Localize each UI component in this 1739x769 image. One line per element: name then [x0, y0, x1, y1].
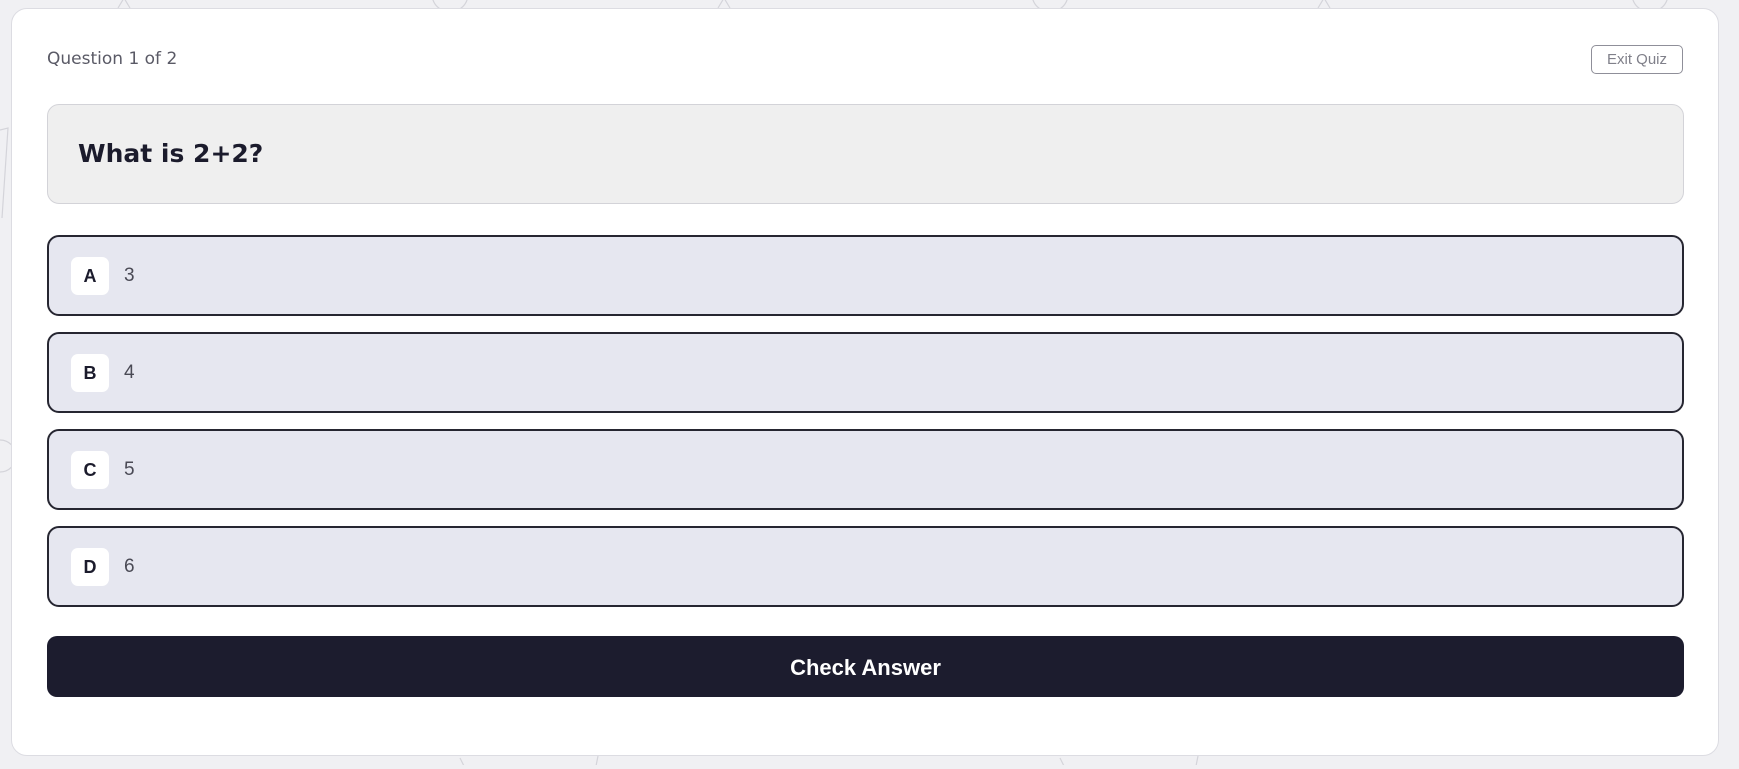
option-text: 4: [124, 362, 135, 383]
option-letter-badge: A: [71, 257, 109, 295]
exit-quiz-button[interactable]: Exit Quiz: [1590, 45, 1683, 74]
answer-option-c[interactable]: C 5: [47, 429, 1684, 510]
option-text: 3: [124, 265, 135, 286]
option-text: 6: [124, 556, 135, 577]
option-letter-badge: C: [71, 451, 109, 489]
option-letter-badge: D: [71, 548, 109, 586]
check-answer-button[interactable]: Check Answer: [47, 636, 1684, 697]
answer-option-b[interactable]: B 4: [47, 332, 1684, 413]
option-text: 5: [124, 459, 135, 480]
answer-option-a[interactable]: A 3: [47, 235, 1684, 316]
answer-option-d[interactable]: D 6: [47, 526, 1684, 607]
question-panel: What is 2+2?: [47, 104, 1684, 204]
answer-options: A 3 B 4 C 5 D 6: [47, 235, 1684, 623]
question-text: What is 2+2?: [78, 139, 264, 168]
question-progress: Question 1 of 2: [47, 49, 178, 69]
quiz-card: Question 1 of 2 Exit Quiz What is 2+2? A…: [11, 8, 1719, 756]
option-letter-badge: B: [71, 354, 109, 392]
